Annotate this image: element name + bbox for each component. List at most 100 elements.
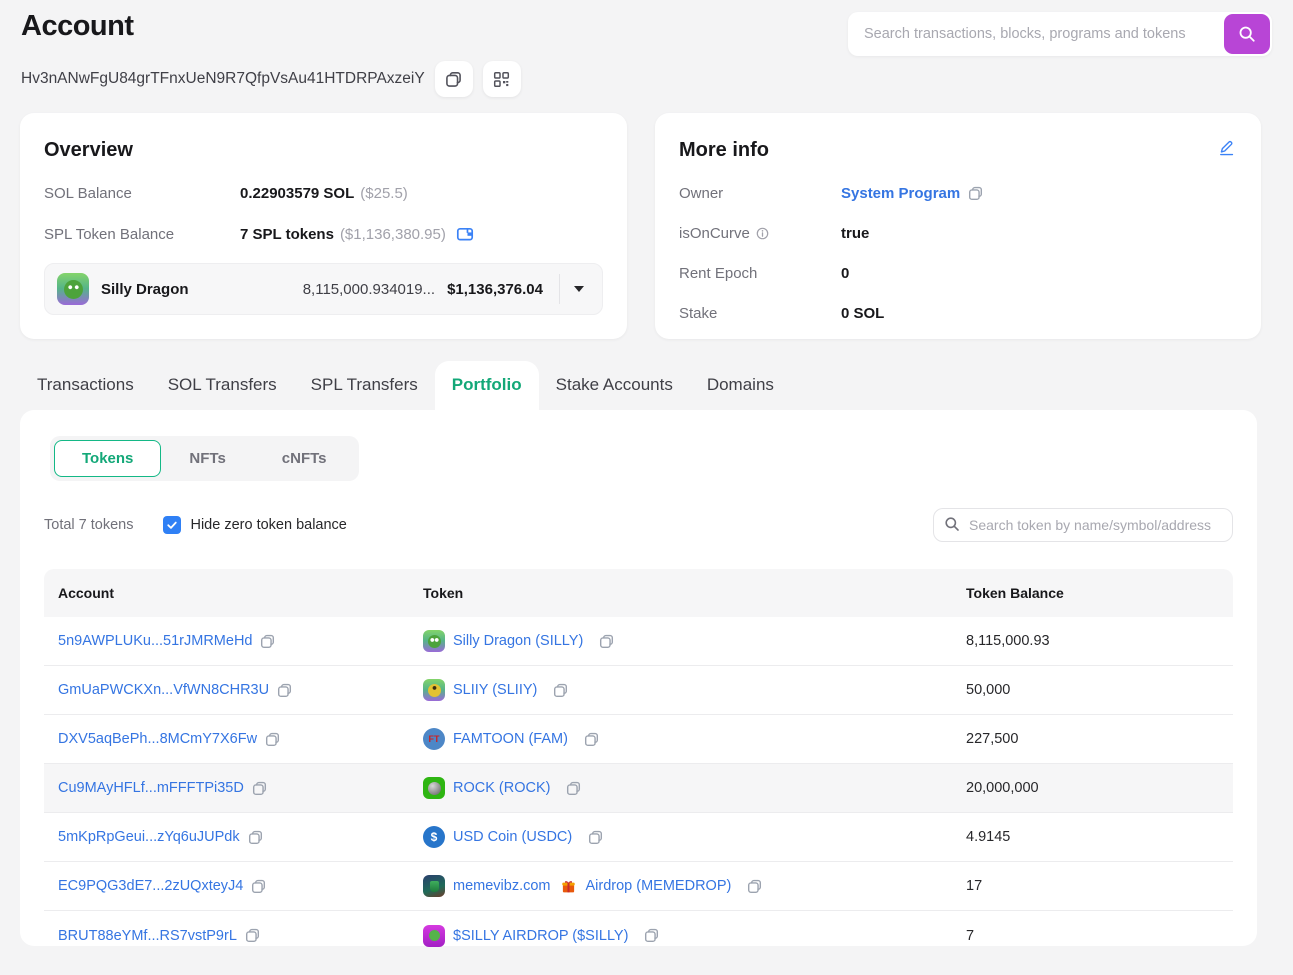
hide-zero-label: Hide zero token balance: [190, 517, 347, 533]
info-icon[interactable]: [756, 227, 769, 240]
token-balance: 50,000: [966, 682, 1011, 698]
silly-dragon-token-icon: [423, 630, 445, 652]
copy-icon[interactable]: [644, 928, 659, 943]
table-row: EC9PQG3dE7...2zUQxteyJ4 memevibz.com Air…: [44, 862, 1233, 911]
tab-sol-transfers[interactable]: SOL Transfers: [151, 361, 294, 410]
copy-icon[interactable]: [747, 879, 762, 894]
spl-balance-row: SPL Token Balance 7 SPL tokens ($1,136,3…: [44, 225, 603, 243]
is-on-curve-value: true: [841, 225, 870, 242]
hide-zero-checkbox[interactable]: [163, 516, 182, 534]
global-search: [848, 12, 1272, 56]
copy-icon[interactable]: [588, 830, 603, 845]
subtab-nfts[interactable]: NFTs: [161, 440, 253, 477]
token-link[interactable]: ROCK (ROCK): [453, 780, 550, 796]
token-search-input[interactable]: [933, 508, 1233, 542]
copy-owner-button[interactable]: [968, 186, 983, 201]
copy-icon[interactable]: [260, 634, 275, 649]
token-search: [933, 508, 1233, 542]
table-row: Cu9MAyHFLf...mFFFTPi35D ROCK (ROCK) 20,0…: [44, 764, 1233, 813]
total-tokens-text: Total 7 tokens: [44, 517, 134, 533]
table-row: BRUT88eYMf...RS7vstP9rL $SILLY AIRDROP (…: [44, 911, 1233, 960]
owner-link[interactable]: System Program: [841, 185, 960, 202]
token-link[interactable]: $SILLY AIRDROP ($SILLY): [453, 928, 628, 944]
token-balance: 8,115,000.93: [966, 633, 1050, 649]
token-link-suffix[interactable]: Airdrop (MEMEDROP): [586, 878, 732, 894]
copy-icon[interactable]: [251, 879, 266, 894]
rock-token-icon: [423, 777, 445, 799]
rent-epoch-label: Rent Epoch: [679, 265, 758, 282]
copy-icon[interactable]: [553, 683, 568, 698]
account-link[interactable]: EC9PQG3dE7...2zUQxteyJ4: [58, 878, 243, 894]
table-row: 5n9AWPLUKu...51rJMRMeHd Silly Dragon (SI…: [44, 617, 1233, 666]
silly-dragon-token-icon: [57, 273, 89, 305]
qr-code-icon: [493, 71, 510, 88]
stake-value: 0 SOL: [841, 305, 885, 322]
qr-code-button[interactable]: [482, 61, 521, 97]
account-tabs: Transactions SOL Transfers SPL Transfers…: [20, 361, 1293, 410]
page-header: Account Hv3nANwFgU84grTFnxUeN9R7QfpVsAu4…: [0, 0, 1293, 97]
token-table: Account Token Token Balance 5n9AWPLUKu..…: [44, 569, 1233, 960]
token-selector[interactable]: Silly Dragon 8,115,000.934019... $1,136,…: [44, 263, 603, 315]
gift-icon: [561, 879, 576, 894]
account-address-row: Hv3nANwFgU84grTFnxUeN9R7QfpVsAu41HTDRPAx…: [21, 61, 521, 97]
copy-icon: [445, 71, 462, 88]
portfolio-panel: Tokens NFTs cNFTs Total 7 tokens Hide ze…: [20, 410, 1257, 947]
table-row: GmUaPWCKXn...VfWN8CHR3U SLIIY (SLIIY) 50…: [44, 666, 1233, 715]
token-link[interactable]: FAMTOON (FAM): [453, 731, 568, 747]
copy-icon[interactable]: [245, 928, 260, 943]
tab-stake-accounts[interactable]: Stake Accounts: [539, 361, 690, 410]
account-link[interactable]: BRUT88eYMf...RS7vstP9rL: [58, 928, 237, 944]
global-search-input[interactable]: [848, 12, 1272, 56]
overview-title: Overview: [44, 139, 133, 161]
tab-domains[interactable]: Domains: [690, 361, 791, 410]
is-on-curve-row: isOnCurve true: [679, 225, 1237, 242]
account-link[interactable]: 5n9AWPLUKu...51rJMRMeHd: [58, 633, 252, 649]
token-balance: 227,500: [966, 731, 1019, 747]
copy-icon[interactable]: [277, 683, 292, 698]
token-selector-amount: 8,115,000.934019...: [302, 280, 436, 298]
memedrop-token-icon: [423, 875, 445, 897]
copy-icon[interactable]: [566, 781, 581, 796]
global-search-button[interactable]: [1224, 14, 1270, 54]
copy-icon[interactable]: [599, 634, 614, 649]
copy-icon[interactable]: [248, 830, 263, 845]
overview-card: Overview SOL Balance 0.22903579 SOL ($25…: [20, 113, 627, 339]
account-link[interactable]: DXV5aqBePh...8MCmY7X6Fw: [58, 731, 257, 747]
stake-row: Stake 0 SOL: [679, 305, 1237, 322]
summary-cards: Overview SOL Balance 0.22903579 SOL ($25…: [20, 113, 1261, 339]
header-account: Account: [58, 585, 114, 601]
sol-balance-row: SOL Balance 0.22903579 SOL ($25.5): [44, 185, 603, 202]
more-info-title: More info: [679, 139, 769, 161]
rent-epoch-value: 0: [841, 265, 850, 282]
subtab-cnfts[interactable]: cNFTs: [254, 440, 355, 477]
copy-icon[interactable]: [252, 781, 267, 796]
table-row: DXV5aqBePh...8MCmY7X6Fw FT FAMTOON (FAM)…: [44, 715, 1233, 764]
tab-spl-transfers[interactable]: SPL Transfers: [294, 361, 435, 410]
page-title: Account: [21, 10, 134, 42]
token-link[interactable]: USD Coin (USDC): [453, 829, 572, 845]
copy-address-button[interactable]: [434, 61, 473, 97]
tab-transactions[interactable]: Transactions: [20, 361, 151, 410]
copy-icon[interactable]: [584, 732, 599, 747]
edit-button[interactable]: [1218, 139, 1235, 156]
subtab-tokens[interactable]: Tokens: [54, 440, 162, 477]
edit-pencil-icon: [1218, 139, 1235, 156]
token-link[interactable]: SLIIY (SLIIY): [453, 682, 537, 698]
token-link[interactable]: memevibz.com: [453, 878, 551, 894]
silly-airdrop-token-icon: [423, 924, 445, 947]
account-link[interactable]: 5mKpRpGeui...zYq6uJUPdk: [58, 829, 240, 845]
tab-portfolio[interactable]: Portfolio: [434, 361, 539, 410]
spl-balance-value: 7 SPL tokens: [240, 225, 334, 243]
copy-icon[interactable]: [265, 732, 280, 747]
header-token: Token: [423, 585, 464, 601]
wallet-icon[interactable]: [456, 225, 474, 243]
sol-balance-usd: ($25.5): [360, 185, 408, 202]
account-link[interactable]: Cu9MAyHFLf...mFFFTPi35D: [58, 780, 244, 796]
token-balance: 4.9145: [966, 829, 1011, 845]
more-info-card: More info Owner System Program isOnCurve…: [655, 113, 1261, 339]
chevron-down-icon[interactable]: [574, 286, 584, 292]
hide-zero-toggle[interactable]: Hide zero token balance: [163, 516, 347, 534]
rent-epoch-row: Rent Epoch 0: [679, 265, 1237, 282]
token-link[interactable]: Silly Dragon (SILLY): [453, 633, 583, 649]
account-link[interactable]: GmUaPWCKXn...VfWN8CHR3U: [58, 682, 269, 698]
